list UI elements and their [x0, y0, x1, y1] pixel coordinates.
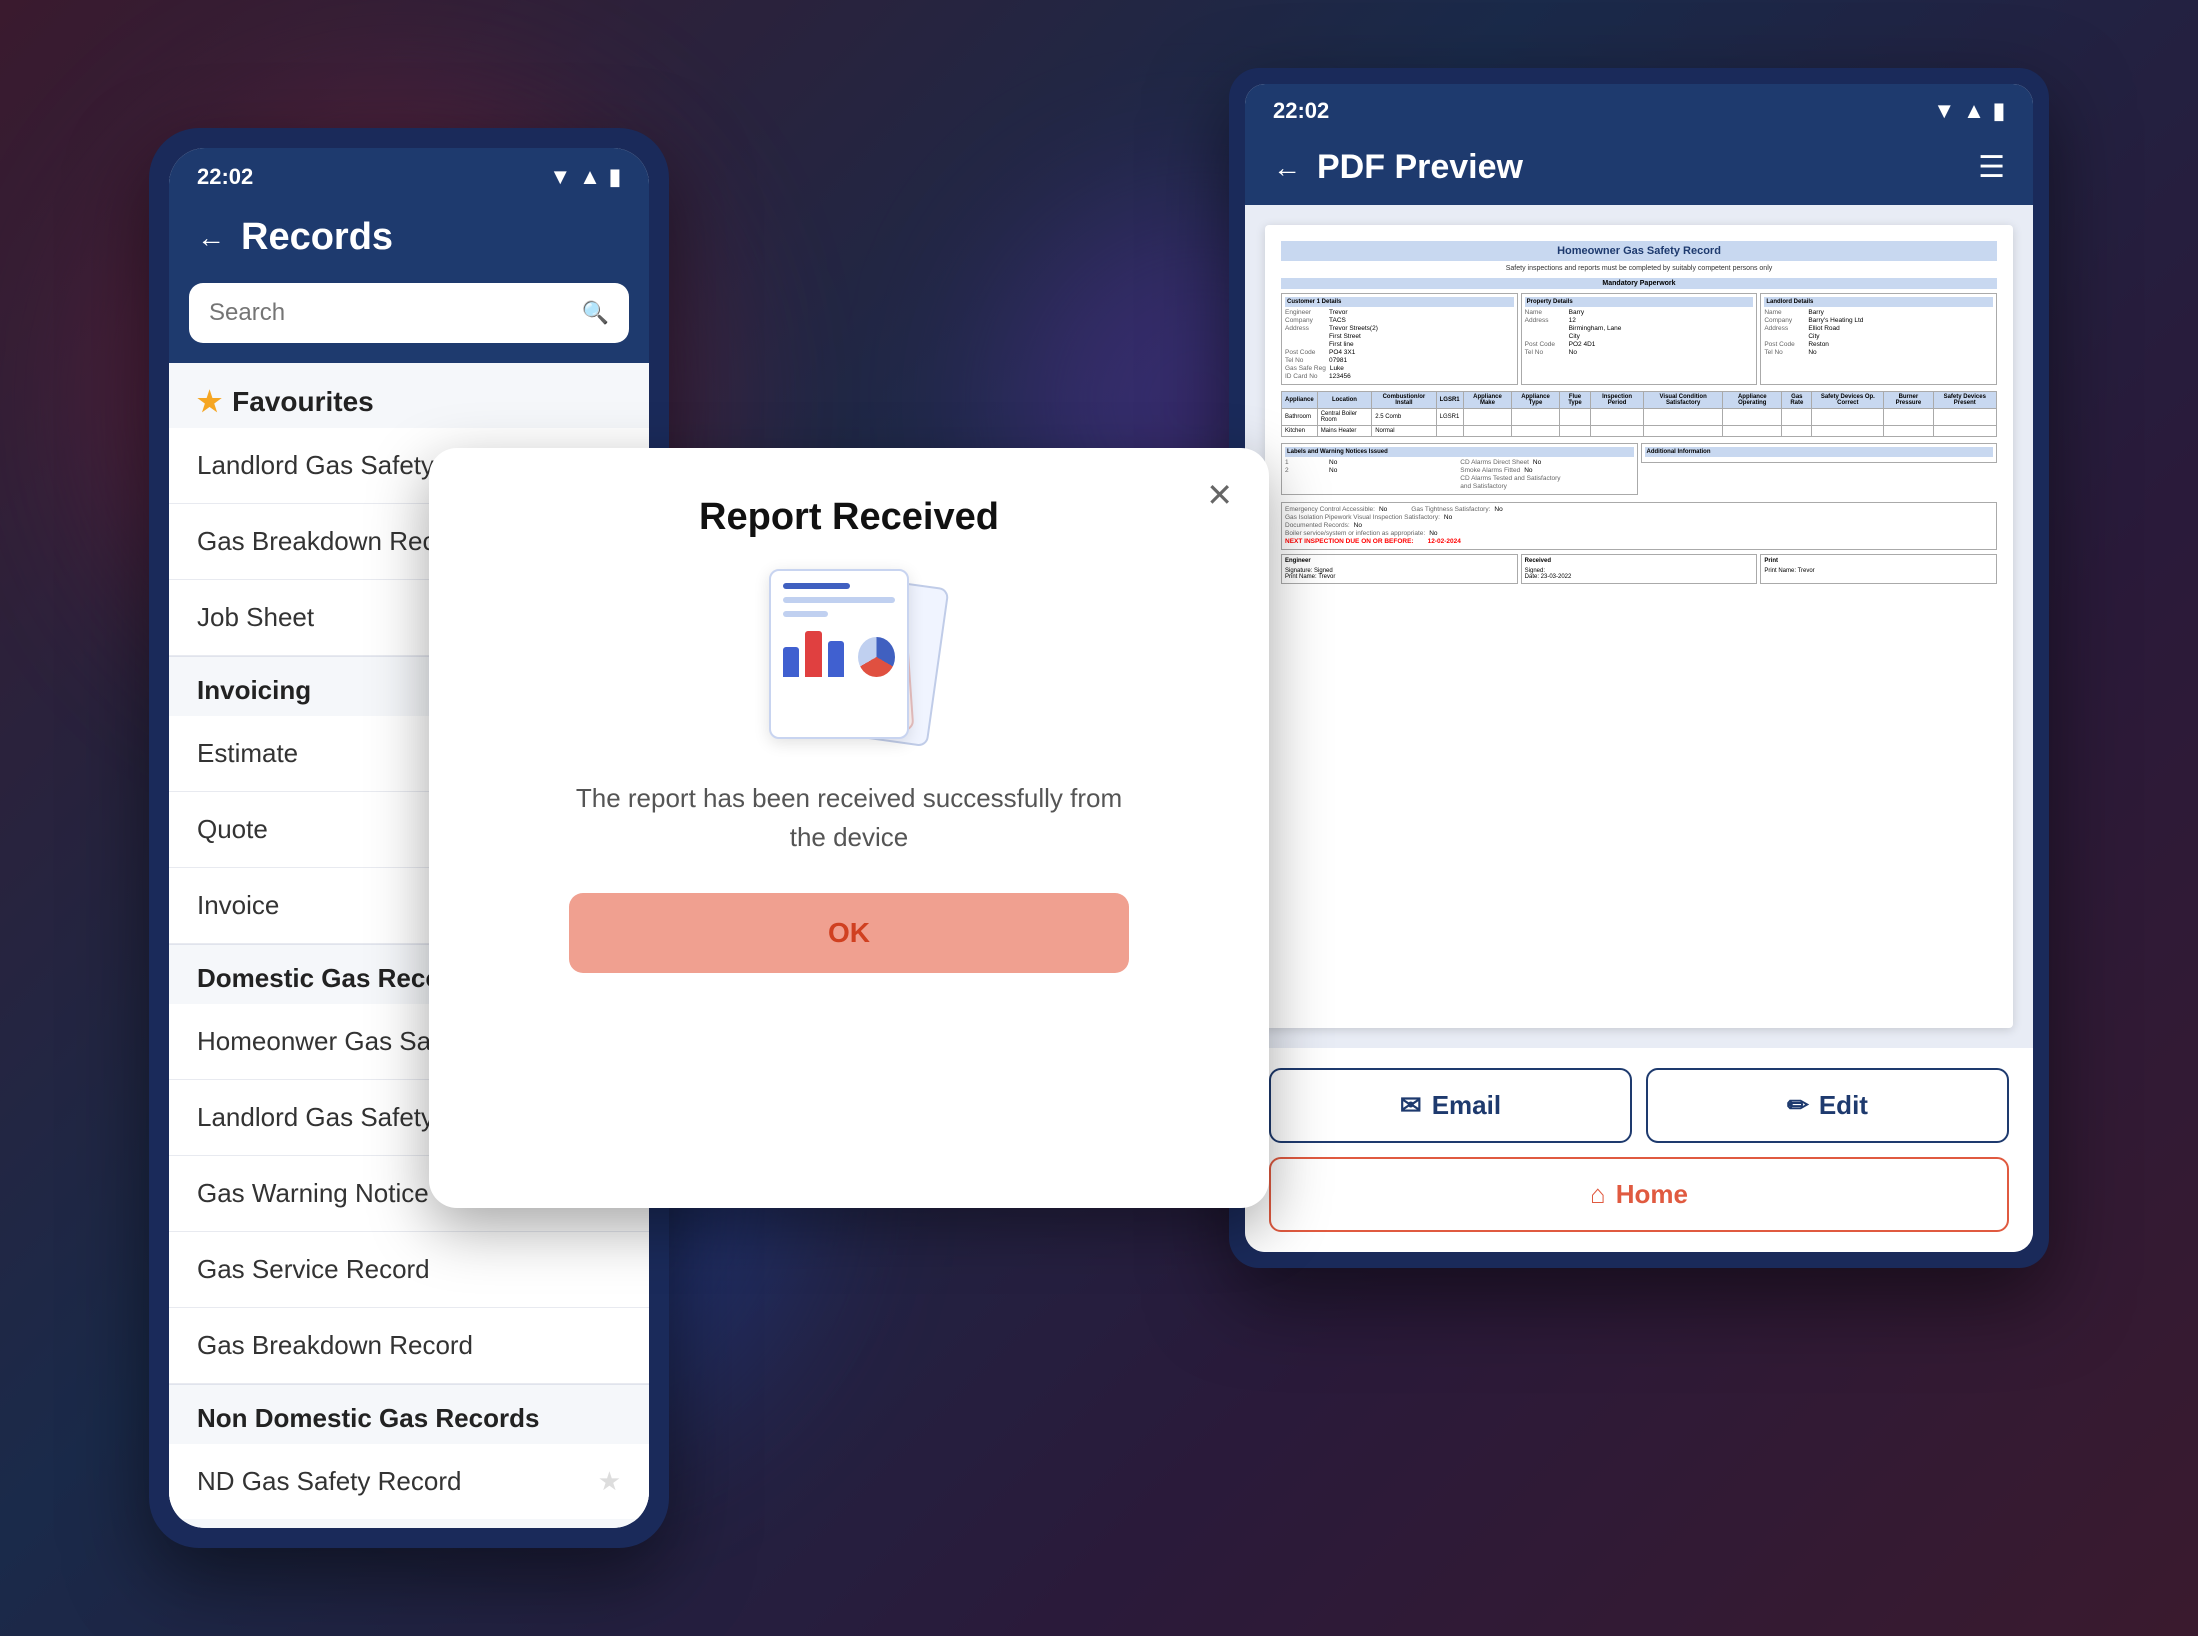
documents-illustration: [749, 569, 949, 749]
pdf-emergency-section: Emergency Control Accessible:NoGas Tight…: [1281, 502, 1997, 550]
favourite-star-icon[interactable]: ★: [598, 1466, 621, 1497]
home-label: Home: [1616, 1179, 1688, 1210]
tablet-status-bar: 22:02 ▼ ▲ ▮: [1245, 84, 2033, 134]
battery-icon: ▮: [609, 164, 621, 190]
item-label: Job Sheet: [197, 602, 314, 633]
edit-label: Edit: [1819, 1090, 1868, 1121]
list-item[interactable]: Gas Breakdown Record: [169, 1308, 649, 1384]
pdf-sig-engineer: Engineer Signature: Signed Print Name: T…: [1281, 554, 1518, 584]
search-container: 🔍: [169, 283, 649, 363]
list-item[interactable]: Gas Service Record: [169, 1232, 649, 1308]
pdf-sig-print: Print Print Name: Trevor: [1760, 554, 1997, 584]
bar-chart-bar: [828, 641, 844, 677]
modal-title: Report Received: [699, 496, 999, 539]
list-item[interactable]: ND Gas Safety Record ★: [169, 1444, 649, 1519]
pdf-grid: Customer 1 Details EngineerTrevor Compan…: [1281, 293, 1997, 385]
item-label: Gas Service Record: [197, 1254, 430, 1285]
tablet-header: ← PDF Preview ☰: [1245, 134, 2033, 205]
item-label: Gas Warning Notice: [197, 1178, 429, 1209]
favourites-label: Favourites: [232, 386, 374, 418]
pdf-section: Property Details NameBarry Address12 Bir…: [1521, 293, 1758, 385]
pdf-additional: Additional Information: [1641, 443, 1998, 498]
doc-line: [783, 583, 850, 589]
bar-chart-bar: [783, 647, 799, 677]
wifi-icon: ▼: [1933, 98, 1955, 124]
pdf-labels-notices: Labels and Warning Notices Issued 1No 2N…: [1281, 443, 1638, 495]
home-button[interactable]: ⌂ Home: [1269, 1157, 2009, 1232]
edit-icon: ✏: [1787, 1090, 1809, 1121]
signal-icon: ▲: [1963, 98, 1985, 124]
modal-message: The report has been received successfull…: [569, 779, 1129, 857]
doc-line: [783, 597, 895, 603]
non-domestic-gas-section-header: Non Domestic Gas Records: [169, 1384, 649, 1444]
tablet-action-row-1: ✉ Email ✏ Edit: [1269, 1068, 2009, 1143]
pdf-preview-area: Homeowner Gas Safety Record Safety inspe…: [1245, 205, 2033, 1048]
home-icon: ⌂: [1590, 1179, 1606, 1210]
modal-ok-button[interactable]: OK: [569, 893, 1129, 973]
item-label: Invoice: [197, 890, 279, 921]
back-button[interactable]: ←: [197, 222, 225, 254]
item-label: Estimate: [197, 738, 298, 769]
pdf-section: Landlord Details NameBarry CompanyBarry'…: [1760, 293, 1997, 385]
hamburger-menu-icon[interactable]: ☰: [1978, 150, 2005, 185]
star-icon: ★: [197, 385, 222, 418]
search-input[interactable]: [209, 299, 570, 327]
doc-line: [783, 611, 828, 617]
edit-button[interactable]: ✏ Edit: [1646, 1068, 2009, 1143]
pdf-mandatory-label: Mandatory Paperwork: [1281, 278, 1997, 289]
tablet-page-title: PDF Preview: [1317, 148, 1523, 187]
pdf-doc-subtitle: Safety inspections and reports must be c…: [1281, 265, 1997, 272]
signal-icon: ▲: [579, 164, 601, 190]
page-title: Records: [241, 216, 393, 259]
pdf-appliances-table: Appliance Location Combustion/or Install…: [1281, 391, 1997, 437]
wifi-icon: ▼: [549, 164, 571, 190]
phone-status-icons: ▼ ▲ ▮: [549, 164, 621, 190]
email-icon: ✉: [1400, 1090, 1422, 1121]
modal-close-button[interactable]: ✕: [1206, 476, 1233, 514]
phone-time: 22:02: [197, 164, 253, 190]
favourites-section-header: ★ Favourites: [169, 363, 649, 428]
battery-icon: ▮: [1993, 98, 2005, 124]
search-icon: 🔍: [582, 300, 609, 326]
item-label: Quote: [197, 814, 268, 845]
email-label: Email: [1432, 1090, 1501, 1121]
bar-chart-bar: [805, 631, 821, 677]
tablet-header-left: ← PDF Preview: [1273, 148, 1523, 187]
modal-illustration: [749, 569, 949, 749]
pdf-section: Customer 1 Details EngineerTrevor Compan…: [1281, 293, 1518, 385]
search-bar: 🔍: [189, 283, 629, 343]
tablet-status-icons: ▼ ▲ ▮: [1933, 98, 2005, 124]
tablet-back-button[interactable]: ←: [1273, 152, 1301, 184]
item-label: Gas Breakdown Record: [197, 1330, 473, 1361]
pdf-middle-sections: Labels and Warning Notices Issued 1No 2N…: [1281, 443, 1997, 498]
doc-front: [769, 569, 909, 739]
item-label: ND Gas Safety Record: [197, 1466, 461, 1497]
email-button[interactable]: ✉ Email: [1269, 1068, 1632, 1143]
pdf-doc-title: Homeowner Gas Safety Record: [1281, 241, 1997, 261]
pdf-document: Homeowner Gas Safety Record Safety inspe…: [1265, 225, 2013, 1028]
tablet-action-row-2: ⌂ Home: [1269, 1157, 2009, 1232]
pdf-extra-section: Additional Information: [1641, 443, 1998, 463]
pie-chart: [858, 637, 895, 677]
pdf-signature-section: Engineer Signature: Signed Print Name: T…: [1281, 554, 1997, 584]
tablet-device: 22:02 ▼ ▲ ▮ ← PDF Preview ☰ Homeowner Ga…: [1229, 68, 2049, 1268]
pdf-sig-received: Received Signed: Date: 23-03-2022: [1521, 554, 1758, 584]
phone-header: ← Records: [169, 200, 649, 283]
report-received-modal: ✕ Report Received: [429, 448, 1269, 1208]
doc-chart: [783, 627, 895, 677]
tablet-action-buttons: ✉ Email ✏ Edit ⌂ Home: [1245, 1048, 2033, 1252]
modal-overlay: ✕ Report Received: [429, 448, 1269, 1208]
tablet-time: 22:02: [1273, 98, 1329, 124]
phone-status-bar: 22:02 ▼ ▲ ▮: [169, 148, 649, 200]
